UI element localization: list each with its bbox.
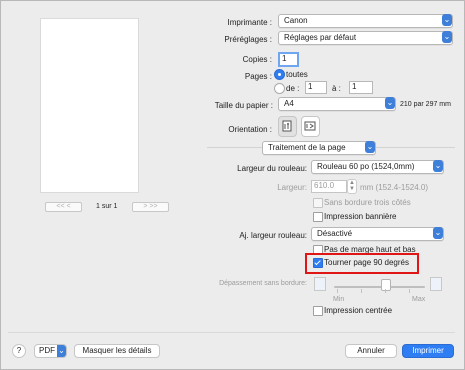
printer-select[interactable]: Canon ⌄ (278, 14, 453, 28)
pdf-button[interactable]: PDF ⌄ (34, 344, 67, 358)
width-input[interactable]: 610.0 (311, 180, 347, 193)
printer-label: Imprimante : (227, 18, 272, 27)
slider-tick (337, 289, 338, 293)
first-page-button[interactable]: << < (45, 202, 82, 212)
landscape-orientation-icon (304, 121, 316, 131)
pages-range-radio[interactable] (274, 83, 285, 94)
presets-value: Réglages par défaut (284, 33, 357, 42)
pages-label: Pages : (244, 72, 272, 81)
overflow-label: Dépassement sans bordure: (219, 280, 307, 287)
footer-divider (8, 332, 455, 333)
printer-value: Canon (284, 16, 308, 25)
landscape-orientation-button[interactable] (301, 116, 320, 137)
portrait-orientation-icon (282, 120, 292, 132)
pages-to-value: 1 (352, 82, 357, 91)
copies-label: Copies : (242, 55, 272, 64)
pages-all-label: toutes (286, 70, 308, 79)
copies-value: 1 (282, 54, 287, 63)
portrait-orientation-button[interactable] (278, 116, 297, 137)
width-hint: mm (152.4-1524.0) (360, 183, 429, 192)
page-indicator: 1 sur 1 (96, 203, 118, 210)
hide-details-button[interactable]: Masquer les détails (74, 344, 160, 358)
pages-from-input[interactable]: 1 (305, 81, 327, 94)
dropdown-chevron-icon: ⌄ (385, 97, 395, 109)
page-preview (40, 18, 139, 193)
roll-width-label: Largeur du rouleau: (237, 164, 307, 173)
banner-printing-label: Impression bannière (324, 212, 397, 221)
orientation-label: Orientation : (228, 125, 272, 134)
pages-from-label: de : (286, 84, 300, 93)
print-button[interactable]: Imprimer (402, 344, 454, 358)
borderless-three-sides-label: Sans bordure trois côtés (324, 198, 411, 207)
slider-min-label: Min (333, 296, 345, 303)
slider-tick (409, 289, 410, 293)
borderless-three-sides-checkbox[interactable] (313, 198, 323, 208)
roll-adjust-select[interactable]: Désactivé ⌄ (311, 227, 444, 241)
dropdown-chevron-icon: ⌄ (365, 141, 375, 153)
pages-to-label: à : (332, 84, 341, 93)
width-label: Largeur: (277, 183, 307, 192)
next-page-button[interactable]: > >> (132, 202, 169, 212)
roll-adjust-value: Désactivé (317, 229, 353, 238)
section-select[interactable]: Traitement de la page ⌄ (262, 141, 376, 155)
centered-printing-label: Impression centrée (324, 306, 393, 315)
cancel-button[interactable]: Annuler (345, 344, 397, 358)
dropdown-chevron-icon: ⌄ (433, 160, 443, 172)
paper-size-select[interactable]: A4 ⌄ (278, 97, 396, 111)
dropdown-chevron-icon: ⌄ (57, 345, 66, 357)
roll-width-select[interactable]: Rouleau 60 po (1524,0mm) ⌄ (311, 160, 444, 174)
centered-printing-checkbox[interactable] (313, 306, 323, 316)
pages-from-value: 1 (308, 82, 313, 91)
presets-select[interactable]: Réglages par défaut ⌄ (278, 31, 453, 45)
paper-icon (314, 277, 326, 291)
banner-printing-checkbox[interactable] (313, 212, 323, 222)
dropdown-chevron-icon: ⌄ (442, 14, 452, 26)
rotate-90-checkbox[interactable] (313, 258, 323, 268)
paper-dimensions: 210 par 297 mm (400, 101, 451, 108)
paper-icon (430, 277, 442, 291)
roll-width-value: Rouleau 60 po (1524,0mm) (317, 162, 415, 171)
slider-max-label: Max (412, 296, 426, 303)
copies-input[interactable]: 1 (278, 52, 299, 67)
slider-tick (385, 289, 386, 293)
dropdown-chevron-icon: ⌄ (442, 31, 452, 43)
rotate-90-label: Tourner page 90 degrés (324, 258, 409, 267)
width-stepper[interactable]: ▲ ▼ (347, 179, 357, 194)
overflow-slider[interactable] (334, 286, 425, 288)
overflow-slider-thumb[interactable] (381, 279, 391, 291)
help-button[interactable]: ? (12, 344, 26, 358)
presets-label: Préréglages : (224, 35, 272, 44)
pdf-label: PDF (39, 346, 55, 355)
slider-tick (361, 289, 362, 293)
roll-adjust-label: Aj. largeur rouleau: (239, 231, 307, 240)
pages-all-radio[interactable] (274, 69, 285, 80)
pages-to-input[interactable]: 1 (349, 81, 373, 94)
section-value: Traitement de la page (268, 143, 346, 152)
paper-size-label: Taille du papier : (214, 101, 273, 110)
width-value: 610.0 (314, 181, 335, 190)
paper-size-value: A4 (284, 99, 294, 108)
dropdown-chevron-icon: ⌄ (433, 227, 443, 239)
